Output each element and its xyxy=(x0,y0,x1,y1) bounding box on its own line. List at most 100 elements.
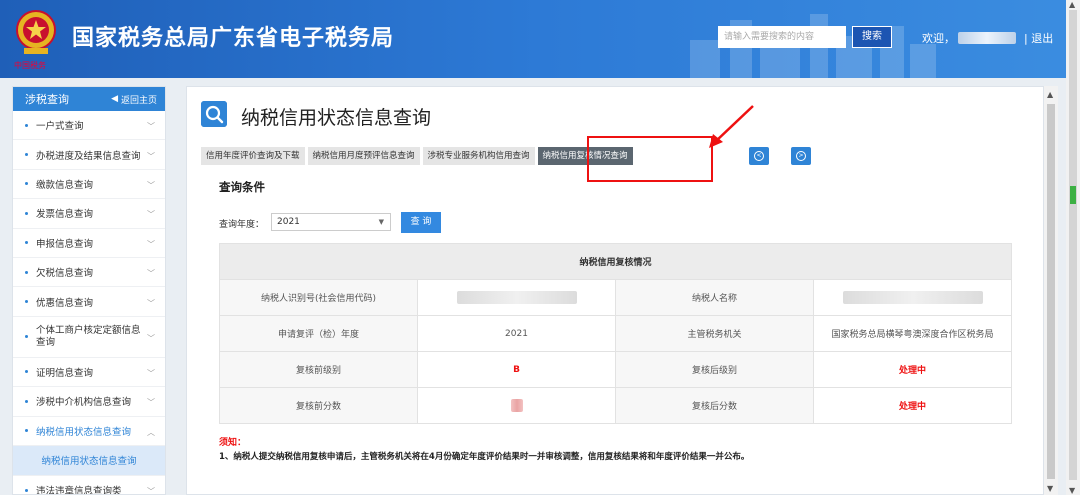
bullet-icon xyxy=(25,300,28,304)
sidebar-item-one-stop-query[interactable]: 一户式查询 ﹀ xyxy=(13,111,165,141)
sidebar-item-payment-query[interactable]: 缴款信息查询 ﹀ xyxy=(13,170,165,200)
sidebar-item-certificate-query[interactable]: 证明信息查询 ﹀ xyxy=(13,358,165,388)
scroll-down-icon[interactable]: ▼ xyxy=(1069,486,1075,495)
scrollbar-thumb[interactable] xyxy=(1069,10,1077,480)
table-header-row: 纳税信用复核情况 xyxy=(218,243,1013,280)
bullet-icon xyxy=(25,370,28,374)
table-header: 纳税信用复核情况 xyxy=(218,243,1013,280)
chevron-down-icon: ﹀ xyxy=(147,210,155,220)
table-value xyxy=(812,279,1013,316)
table-value xyxy=(417,279,616,316)
logout-link[interactable]: | 退出 xyxy=(1024,30,1053,46)
sidebar-item-label: 证明信息查询 xyxy=(36,367,94,379)
sidebar-item-label: 个体工商户核定定额信息查询 xyxy=(36,324,141,348)
search-icon xyxy=(201,101,227,127)
scrollbar-thumb[interactable] xyxy=(1047,104,1055,479)
table-label: 复核前分数 xyxy=(219,387,418,424)
tab-agency-credit[interactable]: 涉税专业服务机构信用查询 xyxy=(422,147,535,165)
tab-next-button[interactable]: > xyxy=(791,147,811,165)
table-value: 2021 xyxy=(417,315,616,352)
sidebar-item-credit-status-query[interactable]: 纳税信用状态信息查询 ︿ xyxy=(13,417,165,446)
chevron-down-icon: ﹀ xyxy=(147,368,155,378)
scroll-up-icon[interactable]: ▲ xyxy=(1069,0,1075,9)
blurred-username xyxy=(958,32,1016,44)
blurred-tax-id xyxy=(456,291,577,304)
sidebar-item-label: 纳税信用状态信息查询 xyxy=(36,426,132,438)
page-scrollbar[interactable]: ▲ ▼ xyxy=(1066,0,1080,495)
sidebar-item-label: 优惠信息查询 xyxy=(36,297,94,309)
table-row: 复核前分数 复核后分数 处理中 xyxy=(219,387,1013,424)
sidebar-item-label: 办税进度及结果信息查询 xyxy=(36,150,141,162)
back-arrow-icon: ◀ xyxy=(111,94,118,104)
sidebar-item-label: 欠税信息查询 xyxy=(36,268,94,280)
scroll-down-icon[interactable]: ▼ xyxy=(1047,484,1053,493)
chevron-left-icon: < xyxy=(754,151,764,161)
bullet-icon xyxy=(25,399,28,403)
table-value xyxy=(417,387,616,424)
table-label: 主管税务机关 xyxy=(615,315,814,352)
bullet-icon xyxy=(25,182,28,186)
sidebar-title: 涉税查询 xyxy=(25,93,69,106)
bullet-icon xyxy=(25,153,28,157)
bullet-icon xyxy=(25,123,28,127)
tab-annual-evaluation[interactable]: 信用年度评价查询及下载 xyxy=(201,147,305,165)
blurred-score xyxy=(510,399,523,412)
chevron-up-icon: ︿ xyxy=(147,427,155,437)
bullet-icon xyxy=(25,211,28,215)
tab-monthly-preview[interactable]: 纳税信用月度预评信息查询 xyxy=(307,147,420,165)
search-input[interactable] xyxy=(718,26,846,48)
chevron-down-icon: ﹀ xyxy=(147,398,155,408)
table-label: 申请复评（检）年度 xyxy=(219,315,418,352)
bullet-icon xyxy=(25,241,28,245)
bullet-icon xyxy=(25,429,28,433)
sidebar-item-label: 一户式查询 xyxy=(36,121,84,133)
annotation-highlight-box xyxy=(587,136,713,182)
back-home-link[interactable]: ◀ 返回主页 xyxy=(111,93,157,106)
sidebar-item-declaration-query[interactable]: 申报信息查询 ﹀ xyxy=(13,229,165,258)
sidebar-item-preference-query[interactable]: 优惠信息查询 ﹀ xyxy=(13,287,165,317)
sidebar-item-arrears-query[interactable]: 欠税信息查询 ﹀ xyxy=(13,258,165,288)
notice-title: 须知： xyxy=(219,438,247,448)
sidebar-item-progress-query[interactable]: 办税进度及结果信息查询 ﹀ xyxy=(13,140,165,170)
sidebar-item-label: 涉税中介机构信息查询 xyxy=(36,397,132,409)
table-label: 纳税人名称 xyxy=(615,279,814,316)
bullet-icon xyxy=(25,488,28,492)
query-button[interactable]: 查 询 xyxy=(401,212,441,233)
page-title: 纳税信用状态信息查询 xyxy=(241,107,432,129)
scroll-up-icon[interactable]: ▲ xyxy=(1047,90,1053,99)
table-value: 国家税务总局横琴粤澳深度合作区税务局 xyxy=(812,315,1013,352)
year-select-value: 2021 xyxy=(277,217,300,227)
chevron-down-icon: ﹀ xyxy=(147,180,155,190)
sidebar-item-invoice-query[interactable]: 发票信息查询 ﹀ xyxy=(13,199,165,229)
sidebar-item-violation-query[interactable]: 违法违章信息查询类 ﹀ xyxy=(13,476,165,494)
sidebar-header: 涉税查询 ◀ 返回主页 xyxy=(13,87,165,111)
back-home-label: 返回主页 xyxy=(120,95,157,106)
table-row: 复核前级别 B 复核后级别 处理中 xyxy=(219,351,1013,388)
sidebar: 涉税查询 ◀ 返回主页 一户式查询 ﹀ 办税进度及结果信息查询 ﹀ 缴款信息查询 ﹀ … xyxy=(12,86,166,495)
sidebar-item-individual-quota-query[interactable]: 个体工商户核定定额信息查询 ﹀ xyxy=(13,317,165,358)
tax-emblem-logo[interactable] xyxy=(14,8,58,62)
notice-text: 1、纳税人提交纳税信用复核申请后，主管税务机关将在4月份确定年度评价结果时一并审… xyxy=(219,452,750,462)
tab-bar: 信用年度评价查询及下载 纳税信用月度预评信息查询 涉税专业服务机构信用查询 纳税… xyxy=(201,147,633,165)
credit-review-table: 纳税信用复核情况 纳税人识别号(社会信用代码) 纳税人名称 申请复评（检）年度 … xyxy=(218,243,1013,424)
sidebar-item-label: 发票信息查询 xyxy=(36,209,94,221)
chevron-down-icon: ﹀ xyxy=(147,151,155,161)
table-label: 复核后分数 xyxy=(615,387,814,424)
chevron-right-icon: > xyxy=(796,151,806,161)
chevron-down-icon: ﹀ xyxy=(147,239,155,249)
sidebar-item-label: 申报信息查询 xyxy=(36,238,94,250)
bullet-icon xyxy=(25,270,28,274)
site-title: 国家税务总局广东省电子税务局 xyxy=(72,26,395,51)
search-button[interactable]: 搜索 xyxy=(852,26,892,48)
top-header: 中国税务 国家税务总局广东省电子税务局 搜索 欢迎， | 退出 xyxy=(0,0,1080,78)
main-scrollbar[interactable]: ▲ ▼ xyxy=(1044,86,1058,495)
table-label: 纳税人识别号(社会信用代码) xyxy=(219,279,418,316)
annotation-arrow-icon xyxy=(709,105,754,148)
year-select[interactable]: 2021 ▼ xyxy=(271,213,391,231)
dropdown-caret-icon: ▼ xyxy=(378,218,384,226)
sidebar-item-agency-query[interactable]: 涉税中介机构信息查询 ﹀ xyxy=(13,387,165,417)
year-label: 查询年度： xyxy=(219,220,265,230)
sidebar-subitem-credit-status[interactable]: 纳税信用状态信息查询 xyxy=(13,445,165,476)
chevron-down-icon: ﹀ xyxy=(147,122,155,132)
table-value-level-before: B xyxy=(417,351,616,388)
